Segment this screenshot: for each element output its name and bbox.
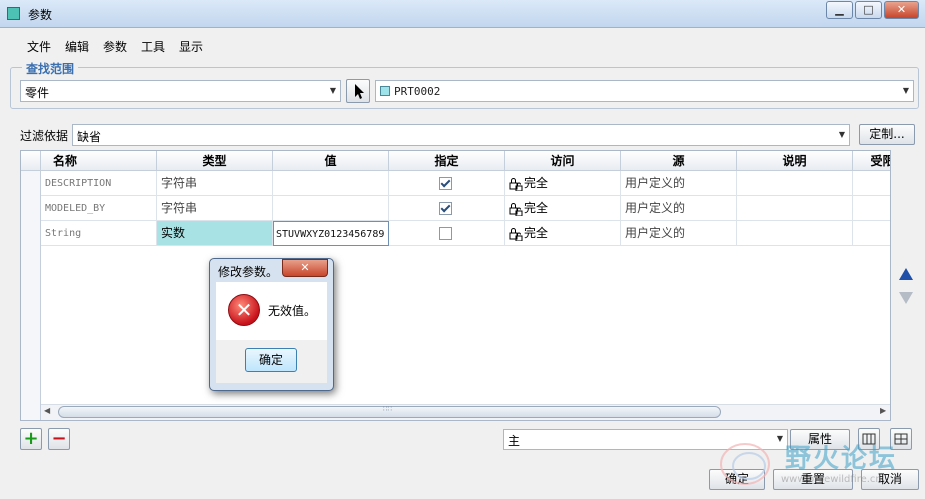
cell-type[interactable]: 字符串 xyxy=(157,171,273,196)
error-icon: ✕ xyxy=(228,294,260,326)
scope-type-select[interactable]: 零件 ▼ xyxy=(20,80,341,102)
cell-designated xyxy=(389,196,505,221)
lock-icon xyxy=(509,227,523,241)
chevron-down-icon: ▼ xyxy=(838,130,845,139)
lock-icon xyxy=(509,177,523,191)
row-header-corner xyxy=(21,151,41,171)
dialog-close-button[interactable]: ✕ xyxy=(282,259,328,277)
cell-description[interactable] xyxy=(737,171,853,196)
column-header-value[interactable]: 值 xyxy=(273,151,389,171)
part-icon xyxy=(380,86,390,96)
move-down-icon[interactable] xyxy=(899,292,913,304)
chevron-down-icon: ▼ xyxy=(329,86,336,95)
cell-name[interactable]: DESCRIPTION xyxy=(41,171,157,196)
lock-icon xyxy=(509,202,523,216)
add-parameter-button[interactable]: + xyxy=(20,428,42,450)
search-scope-legend: 查找范围 xyxy=(22,60,79,77)
cell-restricted[interactable] xyxy=(853,171,890,196)
dialog-title: 修改参数。 xyxy=(218,265,279,279)
cell-restricted[interactable] xyxy=(853,196,890,221)
menu-parameters[interactable]: 参数 xyxy=(103,38,127,55)
scroll-right-icon[interactable]: ▶ xyxy=(880,406,886,415)
cell-type-selected[interactable]: 实数 xyxy=(157,221,273,246)
scrollbar-grip: ∷∷ xyxy=(383,405,392,413)
cell-value[interactable] xyxy=(273,196,389,221)
access-label: 完全 xyxy=(524,176,549,190)
column-header-name[interactable]: 名称 xyxy=(41,151,157,171)
window-title: 参数 xyxy=(28,8,53,22)
cell-type[interactable]: 字符串 xyxy=(157,196,273,221)
close-button[interactable]: ✕ xyxy=(884,1,919,19)
dialog-message: 无效值。 xyxy=(268,304,317,318)
filter-select[interactable]: 缺省 ▼ xyxy=(72,124,850,146)
title-bar xyxy=(0,0,925,28)
dialog-ok-button[interactable]: 确定 xyxy=(245,348,297,372)
cell-value[interactable] xyxy=(273,171,389,196)
cell-access[interactable]: 完全 xyxy=(505,171,621,196)
menu-tools[interactable]: 工具 xyxy=(141,38,165,55)
column-header-source[interactable]: 源 xyxy=(621,151,737,171)
menu-edit[interactable]: 编辑 xyxy=(65,38,89,55)
scope-type-value: 零件 xyxy=(25,86,50,100)
cell-restricted[interactable] xyxy=(853,221,890,246)
access-label: 完全 xyxy=(524,201,549,215)
cursor-arrow-icon xyxy=(355,84,364,99)
view-value: 主 xyxy=(508,434,521,448)
chevron-down-icon: ▼ xyxy=(902,86,909,95)
filter-label: 过滤依据 xyxy=(20,129,69,143)
remove-parameter-button[interactable]: − xyxy=(48,428,70,450)
column-header-type[interactable]: 类型 xyxy=(157,151,273,171)
pick-from-model-button[interactable] xyxy=(346,79,370,103)
cell-description[interactable] xyxy=(737,221,853,246)
cell-designated xyxy=(389,221,505,246)
menu-display[interactable]: 显示 xyxy=(179,38,203,55)
watermark-text: 野火论坛 xyxy=(785,444,898,474)
cell-designated xyxy=(389,171,505,196)
forum-watermark-logo: 野火论坛 www.proewildfire.cn xyxy=(715,438,920,490)
maximize-button[interactable]: □ xyxy=(855,1,882,19)
scroll-left-icon[interactable]: ◀ xyxy=(44,406,50,415)
designated-checkbox[interactable] xyxy=(439,177,452,190)
cell-name[interactable]: MODELED_BY xyxy=(41,196,157,221)
watermark-url: www.proewildfire.cn xyxy=(781,474,882,485)
cell-description[interactable] xyxy=(737,196,853,221)
column-header-designated[interactable]: 指定 xyxy=(389,151,505,171)
access-label: 完全 xyxy=(524,226,549,240)
menu-file[interactable]: 文件 xyxy=(27,38,51,55)
parameters-table: 名称 类型 值 指定 访问 源 说明 受限 DESCRIPTION 字符串 完全… xyxy=(20,150,891,421)
column-header-description[interactable]: 说明 xyxy=(737,151,853,171)
customize-button[interactable]: 定制... xyxy=(859,124,915,145)
minimize-button[interactable]: ▁ xyxy=(826,1,853,19)
designated-checkbox[interactable] xyxy=(439,227,452,240)
row-header-column xyxy=(21,171,41,420)
column-header-access[interactable]: 访问 xyxy=(505,151,621,171)
cell-source[interactable]: 用户定义的 xyxy=(621,221,737,246)
watermark-swirl-icon xyxy=(720,443,770,485)
app-icon xyxy=(7,7,20,20)
filter-value: 缺省 xyxy=(77,130,102,144)
column-header-restricted[interactable]: 受限 xyxy=(853,151,890,171)
cell-value-editor[interactable]: STUVWXYZ0123456789 xyxy=(273,221,389,246)
cell-access[interactable]: 完全 xyxy=(505,196,621,221)
cell-source[interactable]: 用户定义的 xyxy=(621,171,737,196)
cell-name[interactable]: String xyxy=(41,221,157,246)
scope-model-value: PRT0002 xyxy=(394,85,441,98)
cell-source[interactable]: 用户定义的 xyxy=(621,196,737,221)
scope-model-select[interactable]: PRT0002 ▼ xyxy=(375,80,914,102)
cell-access[interactable]: 完全 xyxy=(505,221,621,246)
designated-checkbox[interactable] xyxy=(439,202,452,215)
move-up-icon[interactable] xyxy=(899,268,913,280)
